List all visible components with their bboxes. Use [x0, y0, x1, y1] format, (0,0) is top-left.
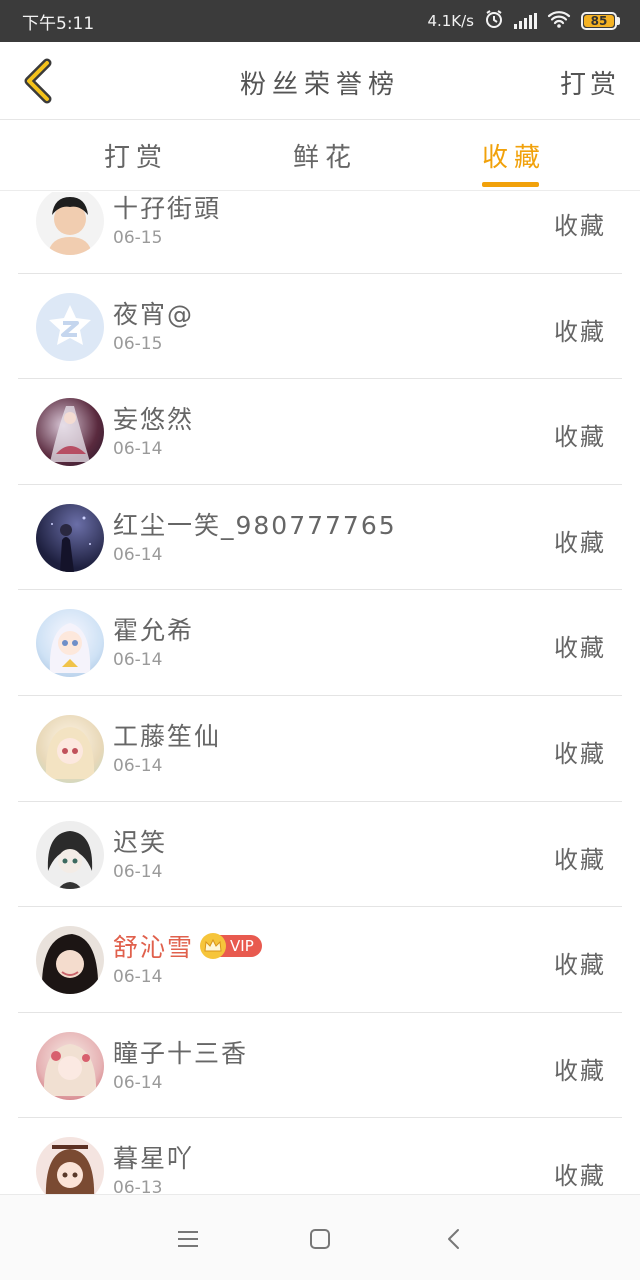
- avatar[interactable]: [36, 820, 104, 889]
- system-nav-bar: [0, 1194, 640, 1280]
- fan-name: 迟笑: [113, 827, 168, 857]
- fan-date: 06-14: [113, 544, 163, 565]
- list-item[interactable]: 十孖街頭 06-15 收藏: [0, 192, 640, 274]
- list-item[interactable]: 瞳子十三香 06-14 收藏: [0, 1013, 640, 1119]
- fan-date: 06-15: [113, 333, 163, 354]
- fan-action: 收藏: [554, 1056, 606, 1085]
- fan-date: 06-13: [113, 1178, 163, 1194]
- fan-name: 夜宵@: [113, 299, 195, 329]
- fan-name: 霍允希: [113, 616, 195, 646]
- fan-name: 工藤笙仙: [113, 721, 222, 751]
- tab-bar: 打赏 鲜花 收藏: [0, 121, 640, 191]
- fan-name: 暮星吖: [113, 1144, 195, 1174]
- back-nav-button[interactable]: [434, 1219, 474, 1259]
- fan-action: 收藏: [554, 634, 606, 663]
- home-square-icon: [310, 1229, 330, 1249]
- tip-button[interactable]: 打赏: [560, 64, 620, 101]
- menu-button[interactable]: [168, 1219, 208, 1259]
- fan-name: 十孖街頭: [113, 194, 222, 223]
- fan-action: 收藏: [554, 1162, 606, 1191]
- crown-icon: [200, 933, 227, 960]
- fan-action: 收藏: [554, 845, 606, 874]
- avatar[interactable]: [36, 398, 104, 467]
- list-item[interactable]: 暮星吖 06-13 收藏: [0, 1118, 640, 1194]
- list-item[interactable]: 妄悠然 06-14 收藏: [0, 379, 640, 485]
- list-item[interactable]: 霍允希 06-14 收藏: [0, 590, 640, 696]
- avatar[interactable]: [36, 1137, 104, 1194]
- fan-date: 06-14: [113, 650, 163, 671]
- fan-date: 06-14: [113, 967, 163, 988]
- fan-date: 06-14: [113, 755, 163, 776]
- battery-icon: 85: [581, 12, 620, 30]
- fan-date: 06-14: [113, 439, 163, 460]
- avatar[interactable]: [36, 609, 104, 678]
- fan-date: 06-14: [113, 1072, 163, 1093]
- list-item[interactable]: 工藤笙仙 06-14 收藏: [0, 696, 640, 802]
- cellular-signal-icon: [514, 13, 537, 29]
- alarm-clock-icon: [484, 9, 504, 34]
- status-bar: 下午5:11 4.1K/s 85: [0, 0, 640, 42]
- list-item[interactable]: 舒沁雪 VIP 06-14 收藏: [0, 907, 640, 1013]
- fan-name: 妄悠然: [113, 405, 195, 435]
- avatar[interactable]: [36, 926, 104, 995]
- network-speed: 4.1K/s: [427, 12, 474, 30]
- app-header: 粉丝荣誉榜 打赏: [0, 42, 640, 120]
- avatar[interactable]: [36, 714, 104, 783]
- avatar[interactable]: [36, 503, 104, 572]
- menu-icon: [178, 1231, 198, 1247]
- active-tab-indicator: [482, 182, 539, 187]
- battery-level: 85: [584, 15, 614, 27]
- back-triangle-icon: [448, 1229, 459, 1249]
- home-button[interactable]: [300, 1219, 340, 1259]
- vip-badge: VIP: [200, 933, 262, 960]
- tab-favorites[interactable]: 收藏: [482, 137, 546, 174]
- fan-action: 收藏: [554, 423, 606, 452]
- list-item[interactable]: 迟笑 06-14 收藏: [0, 802, 640, 908]
- fan-action: 收藏: [554, 317, 606, 346]
- tab-flowers[interactable]: 鲜花: [293, 137, 357, 174]
- wifi-icon: [547, 10, 571, 33]
- list-item[interactable]: 夜宵@ 06-15 收藏: [0, 274, 640, 380]
- page-title: 粉丝荣誉榜: [239, 70, 400, 100]
- status-time: 下午5:11: [22, 13, 95, 34]
- tab-tip[interactable]: 打赏: [104, 137, 168, 174]
- status-icons: 4.1K/s 85: [427, 9, 620, 34]
- fan-name: 瞳子十三香: [113, 1038, 249, 1068]
- fan-name: 舒沁雪: [113, 933, 195, 963]
- fan-action: 收藏: [554, 951, 606, 980]
- avatar[interactable]: [36, 1031, 104, 1100]
- fan-name: 红尘一笑_980777765: [113, 510, 397, 540]
- list-item[interactable]: 红尘一笑_980777765 06-14 收藏: [0, 485, 640, 591]
- fan-list[interactable]: 十孖街頭 06-15 收藏 夜宵@ 06-15 收藏 妄悠然 06-14 收藏 …: [0, 192, 640, 1194]
- avatar[interactable]: [36, 192, 104, 255]
- fan-action: 收藏: [554, 739, 606, 768]
- avatar[interactable]: [36, 292, 104, 361]
- fan-date: 06-15: [113, 228, 163, 248]
- fan-action: 收藏: [554, 528, 606, 557]
- fan-date: 06-14: [113, 861, 163, 882]
- fan-action: 收藏: [554, 212, 606, 240]
